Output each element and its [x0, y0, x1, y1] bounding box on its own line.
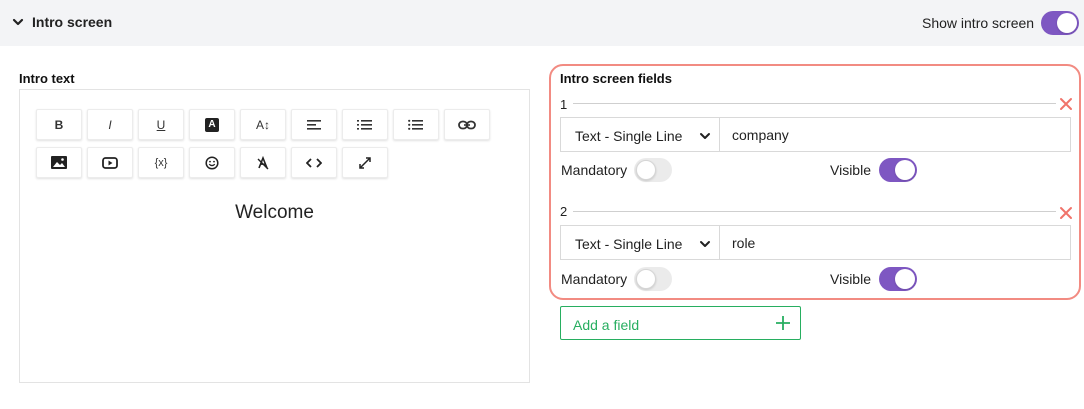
expand-icon	[359, 156, 371, 169]
mandatory-label: Mandatory	[561, 162, 628, 178]
add-field-label: Add a field	[573, 317, 640, 333]
link-icon	[458, 120, 476, 129]
image-button[interactable]	[36, 147, 82, 178]
variable-button[interactable]: {x}	[138, 147, 184, 178]
remove-field-icon[interactable]	[1059, 97, 1073, 111]
mandatory-label: Mandatory	[561, 271, 628, 287]
field-divider	[573, 211, 1056, 212]
toggle-knob	[636, 269, 656, 289]
text-color-button[interactable]: A	[189, 109, 235, 140]
chevron-down-icon	[700, 133, 710, 139]
toggle-knob	[895, 269, 915, 289]
mandatory-toggle[interactable]	[634, 267, 672, 291]
unordered-list-button[interactable]	[393, 109, 439, 140]
chevron-down-icon[interactable]	[11, 15, 25, 29]
italic-icon: I	[108, 117, 112, 132]
align-left-icon	[307, 119, 321, 130]
emoji-button[interactable]	[189, 147, 235, 178]
fields-highlight-box	[549, 64, 1081, 300]
toggle-knob	[895, 160, 915, 180]
field-type-value: Text - Single Line	[575, 128, 683, 144]
code-icon	[306, 157, 322, 168]
align-button[interactable]	[291, 109, 337, 140]
visible-toggle[interactable]	[879, 267, 917, 291]
field-type-select[interactable]: Text - Single Line	[560, 225, 720, 260]
show-intro-toggle[interactable]	[1041, 11, 1079, 35]
text-color-icon: A	[205, 117, 219, 132]
field-name-input[interactable]: role	[719, 225, 1071, 260]
bold-button[interactable]: B	[36, 109, 82, 140]
remove-field-icon[interactable]	[1059, 206, 1073, 220]
plus-icon	[776, 316, 790, 330]
visible-label: Visible	[830, 162, 871, 178]
clear-format-button[interactable]	[240, 147, 286, 178]
field-type-select[interactable]: Text - Single Line	[560, 117, 720, 152]
emoji-icon	[205, 155, 219, 170]
video-button[interactable]	[87, 147, 133, 178]
code-button[interactable]	[291, 147, 337, 178]
visible-label: Visible	[830, 271, 871, 287]
font-size-icon: A↕	[255, 117, 270, 132]
bold-icon: B	[54, 117, 64, 132]
fullscreen-button[interactable]	[342, 147, 388, 178]
field-type-value: Text - Single Line	[575, 236, 683, 252]
ordered-list-button[interactable]	[342, 109, 388, 140]
unordered-list-icon	[408, 119, 423, 130]
visible-toggle[interactable]	[879, 158, 917, 182]
field-name-input[interactable]: company	[719, 117, 1071, 152]
underline-icon: U	[156, 117, 166, 132]
link-button[interactable]	[444, 109, 490, 140]
field-name-value: role	[732, 235, 756, 251]
toggle-knob	[636, 160, 656, 180]
rich-text-editor[interactable]: B I U A A↕ {x} Welcome	[19, 89, 530, 383]
toggle-knob	[1057, 13, 1077, 33]
italic-button[interactable]: I	[87, 109, 133, 140]
field-name-value: company	[732, 127, 789, 143]
section-title: Intro screen	[32, 14, 113, 30]
video-icon	[102, 156, 118, 169]
add-field-button[interactable]: Add a field	[560, 306, 801, 340]
underline-button[interactable]: U	[138, 109, 184, 140]
field-divider	[573, 103, 1056, 104]
variable-icon: {x}	[154, 156, 168, 169]
image-icon	[51, 156, 67, 169]
field-number: 1	[560, 97, 568, 112]
section-header[interactable]: Intro screen Show intro screen	[0, 0, 1084, 46]
show-intro-label: Show intro screen	[922, 15, 1035, 31]
editor-content[interactable]: Welcome	[20, 202, 529, 224]
field-number: 2	[560, 204, 568, 219]
font-size-button[interactable]: A↕	[240, 109, 286, 140]
chevron-down-icon	[700, 241, 710, 247]
mandatory-toggle[interactable]	[634, 158, 672, 182]
clear-format-icon	[257, 155, 269, 169]
intro-text-label: Intro text	[19, 71, 75, 86]
ordered-list-icon	[357, 119, 372, 130]
